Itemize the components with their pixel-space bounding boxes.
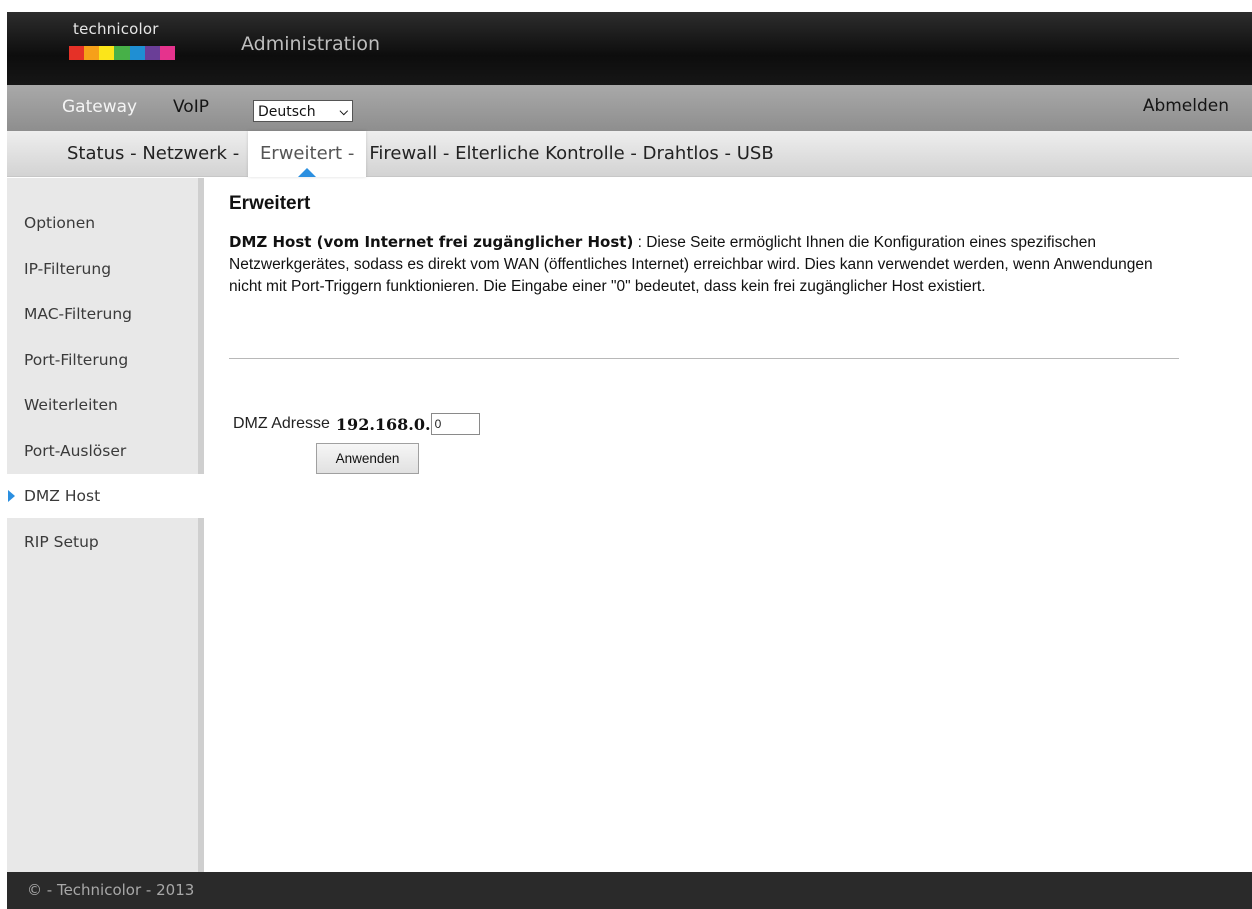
sidebar-item-label: IP-Filterung — [24, 259, 112, 278]
footer-copyright: © - Technicolor - 2013 — [27, 881, 195, 899]
active-indicator-icon — [298, 168, 317, 177]
sidebar-item-ip-filterung[interactable]: IP-Filterung — [7, 247, 203, 291]
divider — [229, 358, 1179, 359]
sidebar-item-label: RIP Setup — [24, 532, 99, 551]
sidebar-item-mac-filterung[interactable]: MAC-Filterung — [7, 292, 203, 336]
logo-color-segment — [129, 46, 145, 60]
top-header: technicolor Administration — [7, 12, 1252, 85]
sidebar: Optionen IP-Filterung MAC-Filterung Port-Fi… — [7, 178, 210, 872]
logout-link[interactable]: Abmelden — [1143, 96, 1229, 116]
logo-color-segment — [69, 46, 85, 60]
primary-nav: Gateway VoIP Deutsch ⌵ Abmelden — [7, 85, 1252, 131]
menu-item-label: Elterliche Kontrolle - — [455, 143, 637, 164]
logo-color-segment — [114, 46, 130, 60]
technicolor-logo: technicolor — [65, 20, 185, 66]
menu-item-firewall[interactable]: Firewall - — [369, 131, 455, 177]
logo-color-segment — [99, 46, 115, 60]
menu-item-status[interactable]: Status - — [67, 131, 142, 177]
main-content: Erweitert DMZ Host (vom Internet frei zu… — [229, 193, 1189, 298]
description-heading: DMZ Host (vom Internet frei zugänglicher… — [229, 233, 634, 251]
sidebar-item-weiterleiten[interactable]: Weiterleiten — [7, 383, 203, 427]
sidebar-item-rip-setup[interactable]: RIP Setup — [7, 520, 203, 564]
sidebar-item-label: DMZ Host — [24, 487, 101, 505]
menu-item-usb[interactable]: USB — [737, 131, 774, 177]
sidebar-item-label: MAC-Filterung — [24, 305, 132, 323]
logo-color-segment — [84, 46, 100, 60]
logo-color-segment — [144, 46, 160, 60]
app-title: Administration — [241, 33, 381, 55]
logo-color-bar — [69, 46, 175, 60]
menu-item-label: USB — [736, 143, 774, 164]
menu-spacer — [239, 143, 245, 164]
sidebar-item-label: Port-Auslöser — [24, 441, 127, 460]
apply-button[interactable]: Anwenden — [316, 443, 419, 474]
sidebar-item-port-ausl-ser[interactable]: Port-Auslöser — [7, 429, 203, 473]
nav-gateway-link[interactable]: Gateway — [62, 97, 137, 117]
language-select[interactable]: Deutsch ⌵ — [253, 100, 353, 122]
sidebar-item-dmz-host[interactable]: DMZ Host — [7, 474, 210, 518]
menu-item-label: Drahtlos - — [642, 143, 731, 164]
footer: © - Technicolor - 2013 — [7, 872, 1252, 909]
menu-item-label: Status - — [67, 143, 137, 164]
menu: Status - Netzwerk - Erweitert - Firewall … — [67, 131, 774, 177]
nav-voip-link[interactable]: VoIP — [173, 97, 209, 117]
logo-text: technicolor — [73, 20, 159, 38]
dmz-address-label: DMZ Adresse — [233, 415, 330, 432]
dmz-address-input[interactable] — [430, 413, 480, 435]
language-select-value: Deutsch — [258, 104, 316, 120]
menu-item-label: Netzwerk - — [142, 143, 240, 164]
page-title: Erweitert — [229, 193, 311, 214]
sidebar-item-label: Weiterleiten — [24, 396, 118, 414]
sidebar-item-optionen[interactable]: Optionen — [7, 201, 203, 245]
sidebar-item-port-filterung[interactable]: Port-Filterung — [7, 338, 203, 382]
selected-arrow-icon — [8, 490, 15, 502]
menu-item-label: Erweitert - — [259, 143, 355, 164]
menu-item-label: Firewall - — [369, 143, 450, 164]
dmz-address-row: DMZ Adresse 192.168.0. — [233, 413, 480, 435]
chevron-down-icon: ⌵ — [339, 105, 348, 118]
menu-item-erweitert[interactable]: Erweitert - — [247, 131, 367, 177]
dmz-address-prefix: 192.168.0. — [335, 414, 431, 434]
page-description: DMZ Host (vom Internet frei zugänglicher… — [229, 231, 1189, 298]
menu-item-drahtlos[interactable]: Drahtlos - — [643, 131, 737, 177]
menu-bar: Status - Netzwerk - Erweitert - Firewall … — [7, 131, 1252, 177]
menu-item-netzwerk[interactable]: Netzwerk - — [142, 131, 245, 177]
sidebar-item-label: Port-Filterung — [24, 350, 129, 369]
logo-color-segment — [159, 46, 175, 60]
sidebar-item-label: Optionen — [24, 214, 96, 232]
menu-item-elterlichekontrolle[interactable]: Elterliche Kontrolle - — [455, 131, 642, 177]
